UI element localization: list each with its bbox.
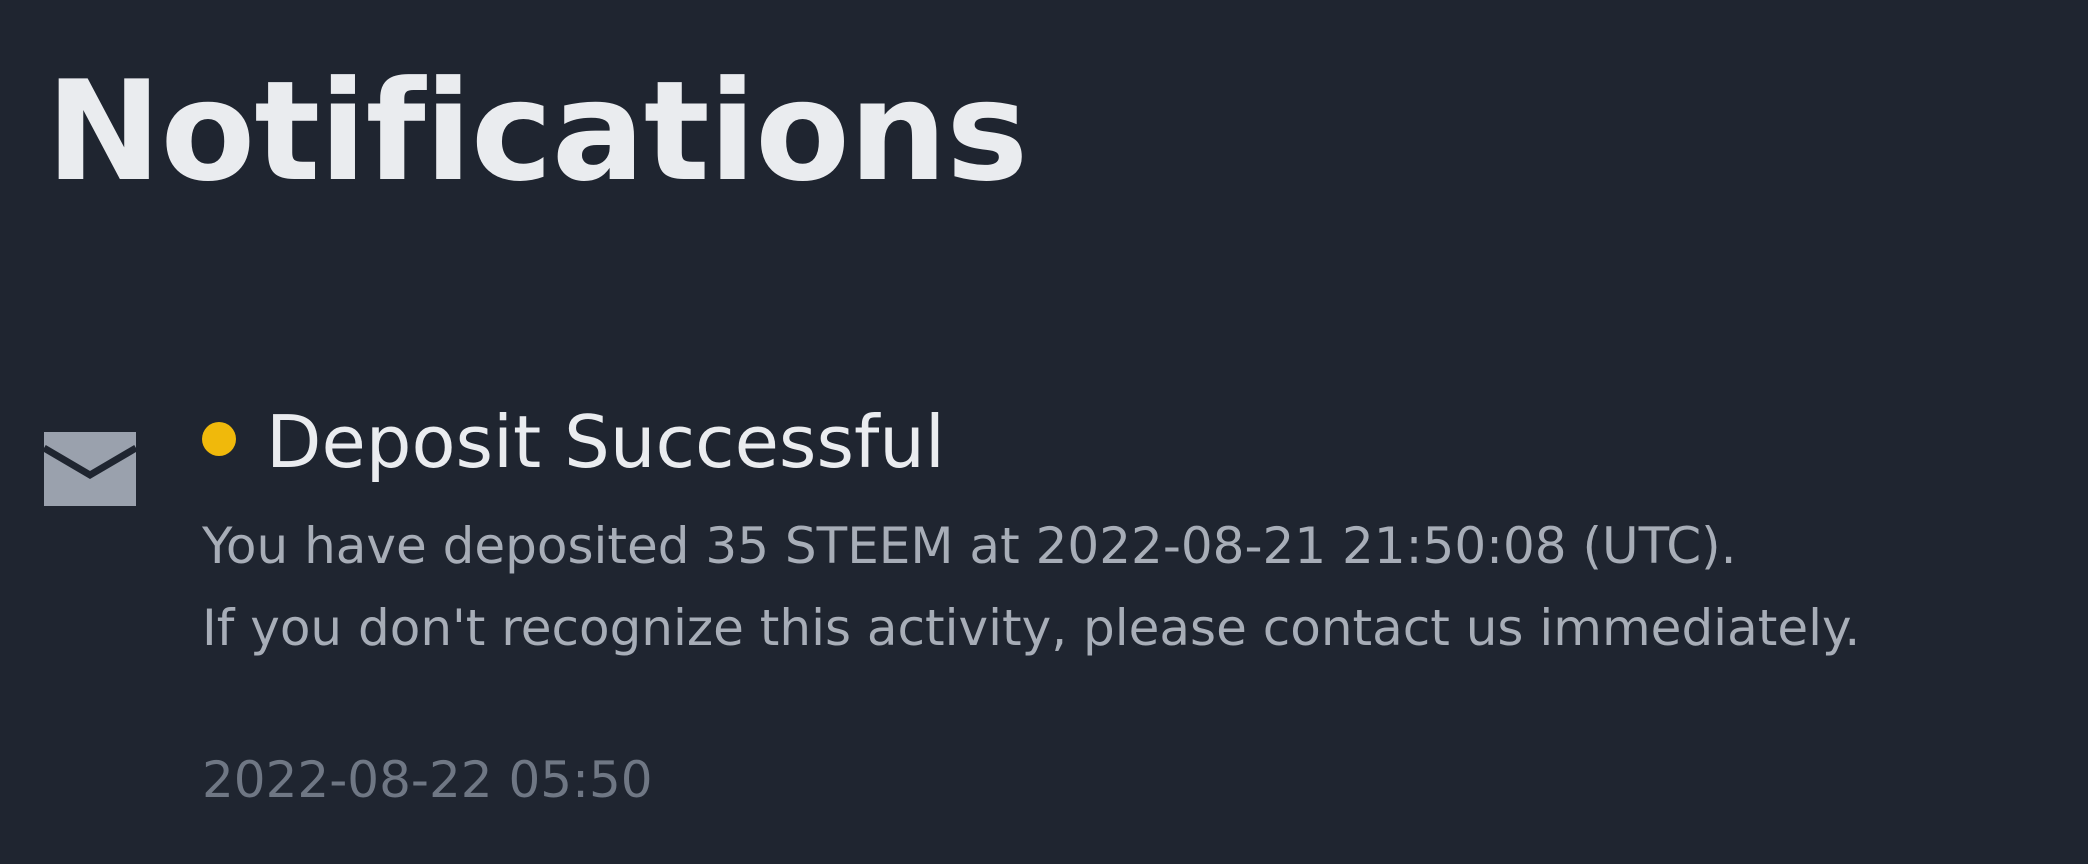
mail-icon	[44, 432, 136, 506]
notification-item[interactable]: Deposit Successful You have deposited 35…	[0, 380, 2088, 840]
notification-title: Deposit Successful	[266, 400, 945, 484]
notification-timestamp: 2022-08-22 05:50	[202, 751, 653, 809]
notification-body: You have deposited 35 STEEM at 2022-08-2…	[202, 505, 1860, 669]
notification-body-line: You have deposited 35 STEEM at 2022-08-2…	[202, 517, 1737, 575]
notification-body-line: If you don't recognize this activity, pl…	[202, 599, 1861, 657]
unread-dot	[202, 422, 236, 456]
page-title: Notifications	[46, 51, 1028, 212]
